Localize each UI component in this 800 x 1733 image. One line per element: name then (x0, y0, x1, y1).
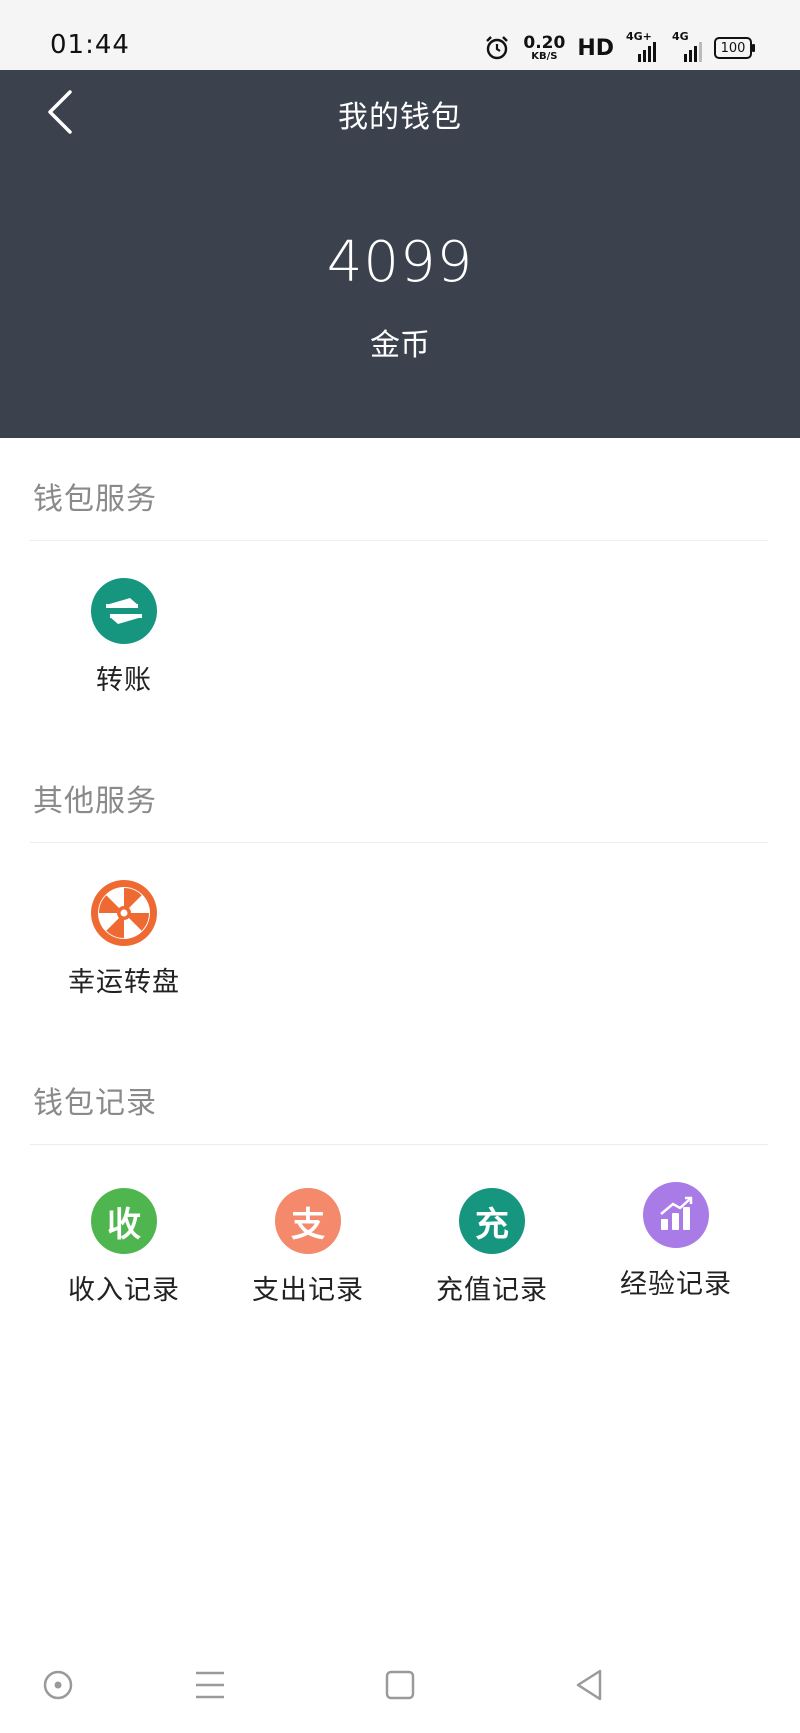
lucky-wheel-button[interactable]: 幸运转盘 (44, 880, 204, 999)
recharge-record-label: 充值记录 (436, 1275, 548, 1306)
expense-record-label: 支出记录 (252, 1275, 364, 1306)
experience-record-button[interactable]: 经验记录 (596, 1182, 756, 1301)
coin-label: 金币 (370, 328, 430, 363)
section-title-wallet-services: 钱包服务 (33, 482, 157, 517)
page-title: 我的钱包 (338, 100, 462, 135)
speed-unit: KB/S (531, 50, 558, 62)
back-icon[interactable] (570, 1665, 610, 1705)
status-bar: 01:44 0.20 KB/S HD 4G+ 4G 100 (0, 0, 800, 70)
income-record-label: 收入记录 (68, 1275, 180, 1306)
battery-icon: 100 (714, 37, 755, 59)
transfer-label: 转账 (96, 665, 152, 696)
speed-value: 0.20 (523, 32, 566, 53)
wallet-header: 我的钱包 4099 金币 (0, 70, 800, 438)
coin-balance: 4099 (326, 230, 474, 295)
signal-label-2: 4G (672, 30, 689, 43)
recharge-record-button[interactable]: 充 充值记录 (412, 1188, 572, 1307)
income-icon: 收 (91, 1188, 157, 1254)
experience-chart-icon (643, 1182, 709, 1248)
signal-icon-2: 4G (672, 30, 702, 62)
signal-icon: 4G+ (626, 30, 660, 62)
experience-record-label: 经验记录 (620, 1269, 732, 1300)
divider (30, 842, 768, 843)
hd-indicator: HD (577, 35, 614, 61)
section-title-wallet-records: 钱包记录 (33, 1086, 157, 1121)
signal-label-1: 4G+ (626, 30, 652, 43)
transfer-icon (91, 578, 157, 644)
income-record-button[interactable]: 收 收入记录 (44, 1188, 204, 1307)
status-time: 01:44 (50, 30, 130, 60)
lucky-wheel-label: 幸运转盘 (68, 967, 180, 998)
lucky-wheel-icon (91, 880, 157, 946)
battery-level: 100 (720, 40, 746, 56)
home-icon[interactable] (380, 1665, 420, 1705)
network-speed: 0.20 KB/S (523, 32, 566, 62)
recharge-icon: 充 (459, 1188, 525, 1254)
menu-icon[interactable] (190, 1665, 230, 1705)
alarm-icon (486, 36, 509, 60)
transfer-button[interactable]: 转账 (44, 578, 204, 697)
expense-icon: 支 (275, 1188, 341, 1254)
section-title-other-services: 其他服务 (33, 784, 157, 819)
system-nav-bar (0, 1635, 800, 1733)
divider (30, 1144, 768, 1145)
expense-record-button[interactable]: 支 支出记录 (228, 1188, 388, 1307)
status-icons: 0.20 KB/S HD 4G+ 4G 100 (483, 30, 755, 66)
divider (30, 540, 768, 541)
assistant-icon[interactable] (38, 1665, 78, 1705)
